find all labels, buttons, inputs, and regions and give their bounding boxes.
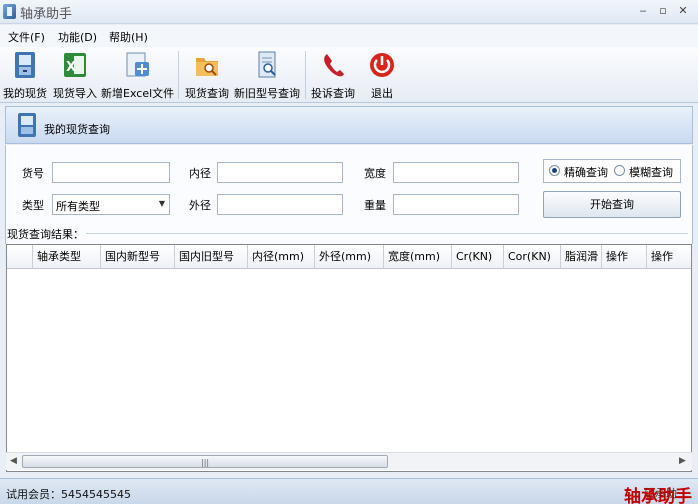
scrollbar-thumb[interactable]: |||: [22, 455, 388, 468]
scroll-left-icon[interactable]: ◀: [10, 456, 17, 466]
outer-diameter-input[interactable]: [217, 194, 343, 215]
stock-cabinet-icon: [15, 52, 35, 78]
complaint-query-button[interactable]: 投诉查询: [310, 50, 356, 102]
stock-import-button[interactable]: X 现货导入: [52, 50, 98, 102]
menu-file[interactable]: 文件(F): [8, 29, 45, 45]
title-bar: 轴承助手 ‒ ▫ ✕: [0, 0, 698, 24]
folder-search-icon: [196, 58, 218, 76]
inner-diameter-label: 内径: [189, 167, 211, 180]
width-input[interactable]: [393, 162, 519, 183]
phone-icon: [324, 54, 344, 77]
type-select[interactable]: 所有类型 ▼: [52, 194, 170, 215]
complaint-query-label: 投诉查询: [311, 87, 355, 100]
column-header[interactable]: 轴承类型: [33, 245, 101, 269]
toolbar-separator: [178, 51, 179, 99]
fuzzy-query-label[interactable]: 模糊查询: [629, 164, 673, 180]
outer-diameter-label: 外径: [189, 199, 211, 212]
type-select-value: 所有类型: [56, 200, 100, 213]
column-header[interactable]: 内径(mm): [248, 245, 315, 269]
status-bar: 试用会员：5454545545 轴承助: [0, 478, 698, 504]
width-label: 宽度: [364, 167, 386, 180]
table-header: 轴承类型 国内新型号 国内旧型号 内径(mm) 外径(mm) 宽度(mm) Cr…: [7, 245, 691, 269]
menu-bar: 文件(F) 功能(D) 帮助(H): [0, 25, 698, 47]
menu-help[interactable]: 帮助(H): [109, 29, 148, 45]
column-header[interactable]: Cr(KN): [452, 245, 504, 269]
column-header[interactable]: 国内旧型号: [175, 245, 248, 269]
status-user: 试用会员：5454545545: [6, 488, 131, 501]
my-stock-label: 我的现货: [3, 87, 47, 100]
new-file-icon: [126, 52, 149, 77]
part-no-input[interactable]: [52, 162, 170, 183]
inner-diameter-input[interactable]: [217, 162, 343, 183]
column-header[interactable]: Cor(KN): [504, 245, 561, 269]
app-icon: [3, 4, 16, 19]
grip-icon: |||: [201, 458, 210, 467]
type-label: 类型: [22, 199, 44, 212]
new-excel-label: 新增Excel文件: [101, 87, 175, 100]
horizontal-scrollbar[interactable]: ◀ ||| ▶: [6, 452, 692, 470]
results-table[interactable]: 轴承类型 国内新型号 国内旧型号 内径(mm) 外径(mm) 宽度(mm) Cr…: [6, 244, 692, 472]
results-divider: [80, 233, 688, 234]
window-title: 轴承助手: [20, 7, 73, 22]
results-label: 现货查询结果：: [7, 226, 86, 242]
minimize-button[interactable]: ‒: [636, 4, 650, 18]
stock-query-button[interactable]: 现货查询: [183, 50, 231, 102]
stock-cabinet-icon: [18, 113, 36, 137]
exact-query-radio[interactable]: [549, 165, 560, 176]
my-stock-button[interactable]: 我的现货: [2, 50, 48, 102]
start-search-button[interactable]: 开始查询: [543, 191, 681, 218]
stock-query-label: 现货查询: [185, 87, 229, 100]
power-icon: [370, 53, 394, 77]
stock-import-label: 现货导入: [53, 87, 97, 100]
column-header[interactable]: 操作: [647, 245, 691, 269]
chevron-down-icon: ▼: [158, 199, 165, 208]
row-header-column: [7, 245, 33, 269]
watermark-text: 轴承助手: [624, 487, 692, 504]
toolbar: 我的现货 X 现货导入 新增Excel文件 现货查询 新旧型号查询 投诉查询 退…: [0, 47, 698, 103]
search-form: 货号 内径 宽度 类型 所有类型 ▼ 外径 重量 精确查询 模糊查询 开始查询: [5, 145, 693, 230]
panel-header: 我的现货查询: [5, 106, 693, 144]
maximize-button[interactable]: ▫: [656, 4, 670, 18]
query-mode-group: 精确查询 模糊查询: [543, 159, 681, 183]
exit-label: 退出: [371, 87, 393, 100]
part-no-label: 货号: [22, 167, 44, 180]
notebook-search-icon: [258, 51, 276, 78]
exact-query-label[interactable]: 精确查询: [564, 164, 608, 180]
svg-text:X: X: [66, 60, 76, 75]
new-excel-button[interactable]: 新增Excel文件: [101, 50, 175, 102]
weight-input[interactable]: [393, 194, 519, 215]
panel-title: 我的现货查询: [44, 123, 110, 136]
close-button[interactable]: ✕: [676, 4, 690, 18]
weight-label: 重量: [364, 199, 386, 212]
column-header[interactable]: 外径(mm): [315, 245, 384, 269]
exit-button[interactable]: 退出: [362, 50, 402, 102]
column-header[interactable]: 国内新型号: [101, 245, 175, 269]
model-query-label: 新旧型号查询: [234, 87, 300, 100]
toolbar-separator: [305, 51, 306, 99]
excel-icon: X: [64, 53, 86, 77]
column-header[interactable]: 脂润滑: [561, 245, 602, 269]
fuzzy-query-radio[interactable]: [614, 165, 625, 176]
column-header[interactable]: 操作: [602, 245, 647, 269]
scroll-right-icon[interactable]: ▶: [679, 456, 686, 466]
column-header[interactable]: 宽度(mm): [384, 245, 452, 269]
menu-function[interactable]: 功能(D): [58, 29, 97, 45]
model-query-button[interactable]: 新旧型号查询: [233, 50, 301, 102]
